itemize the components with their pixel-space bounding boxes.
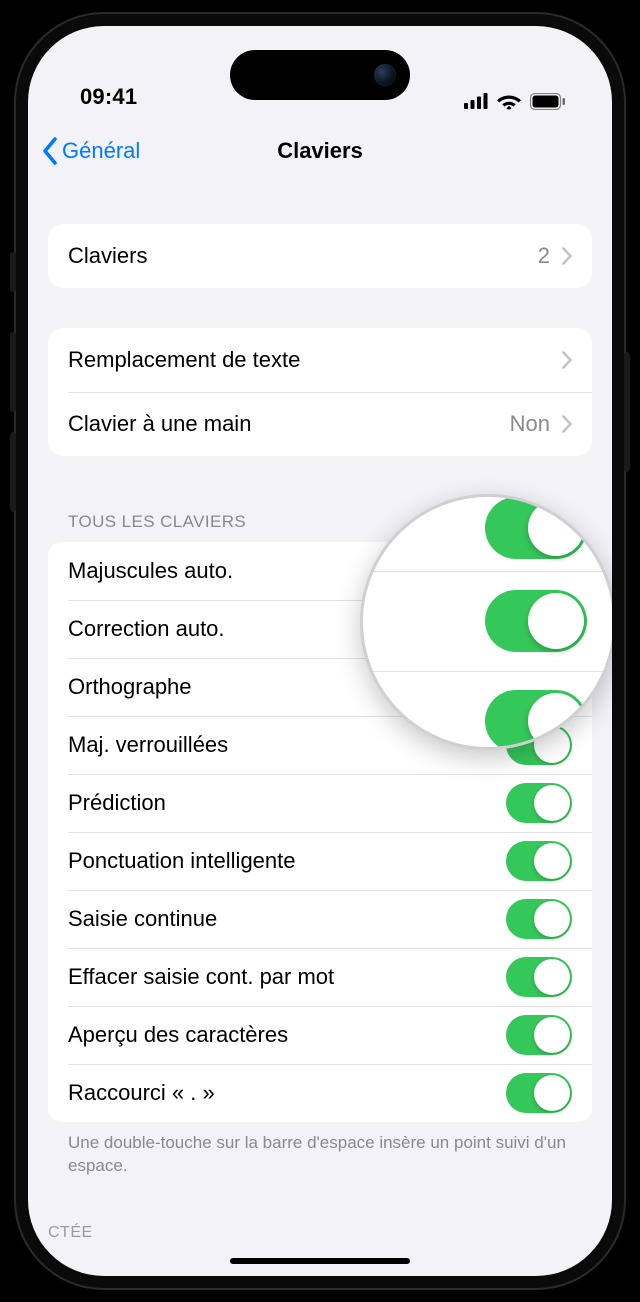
settings-group-options: Remplacement de texte Clavier à une main… — [48, 328, 592, 456]
chevron-right-icon — [562, 415, 572, 433]
row-label: Claviers — [68, 243, 538, 269]
row-text-replacement[interactable]: Remplacement de texte — [48, 328, 592, 392]
row-label: Ponctuation intelligente — [68, 848, 506, 874]
chevron-left-icon — [42, 137, 58, 165]
volume-down-button — [10, 432, 16, 512]
status-right-cluster — [464, 92, 566, 110]
magnifier-callout — [360, 494, 612, 750]
zoom-toggle-auto-correction — [485, 590, 587, 652]
row-label: Effacer saisie cont. par mot — [68, 964, 506, 990]
row-label: Aperçu des caractères — [68, 1022, 506, 1048]
volume-up-button — [10, 332, 16, 412]
toggle-slide-typing[interactable] — [506, 899, 572, 939]
row-slide-typing: Saisie continue — [48, 890, 592, 948]
cellular-signal-icon — [464, 93, 488, 109]
zoom-toggle-spellcheck — [485, 690, 587, 750]
row-label: Saisie continue — [68, 906, 506, 932]
footer-note: Une double-touche sur la barre d'espace … — [48, 1122, 592, 1178]
toggle-delete-slide-by-word[interactable] — [506, 957, 572, 997]
back-button[interactable]: Général — [42, 137, 140, 165]
status-time: 09:41 — [80, 84, 137, 110]
row-character-preview: Aperçu des caractères — [48, 1006, 592, 1064]
row-keyboards[interactable]: Claviers 2 — [48, 224, 592, 288]
row-period-shortcut: Raccourci « . » — [48, 1064, 592, 1122]
row-value: 2 — [538, 243, 550, 269]
chevron-right-icon — [562, 351, 572, 369]
dynamic-island — [230, 50, 410, 100]
toggle-prediction[interactable] — [506, 783, 572, 823]
settings-group-keyboards: Claviers 2 — [48, 224, 592, 288]
iphone-device-frame: 09:41 Général Claviers — [14, 12, 626, 1290]
row-label: Remplacement de texte — [68, 347, 562, 373]
wifi-icon — [497, 92, 521, 110]
battery-icon — [530, 93, 566, 110]
side-button — [624, 352, 630, 472]
row-one-handed-keyboard[interactable]: Clavier à une main Non — [48, 392, 592, 456]
home-indicator[interactable] — [230, 1258, 410, 1264]
toggle-smart-punctuation[interactable] — [506, 841, 572, 881]
toggle-character-preview[interactable] — [506, 1015, 572, 1055]
nav-bar: Général Claviers — [28, 118, 612, 184]
chevron-right-icon — [562, 247, 572, 265]
front-camera-lens — [374, 64, 396, 86]
row-delete-slide-by-word: Effacer saisie cont. par mot — [48, 948, 592, 1006]
back-label: Général — [62, 138, 140, 164]
row-label: Prédiction — [68, 790, 506, 816]
next-section-peek: CTÉE — [48, 1224, 93, 1242]
toggle-period-shortcut[interactable] — [506, 1073, 572, 1113]
zoom-toggle-auto-capitalization — [485, 497, 587, 559]
screen: 09:41 Général Claviers — [28, 26, 612, 1276]
row-label: Clavier à une main — [68, 411, 510, 437]
row-value: Non — [510, 411, 550, 437]
row-label: Raccourci « . » — [68, 1080, 506, 1106]
row-prediction: Prédiction — [48, 774, 592, 832]
row-smart-punctuation: Ponctuation intelligente — [48, 832, 592, 890]
mute-switch — [10, 252, 16, 292]
